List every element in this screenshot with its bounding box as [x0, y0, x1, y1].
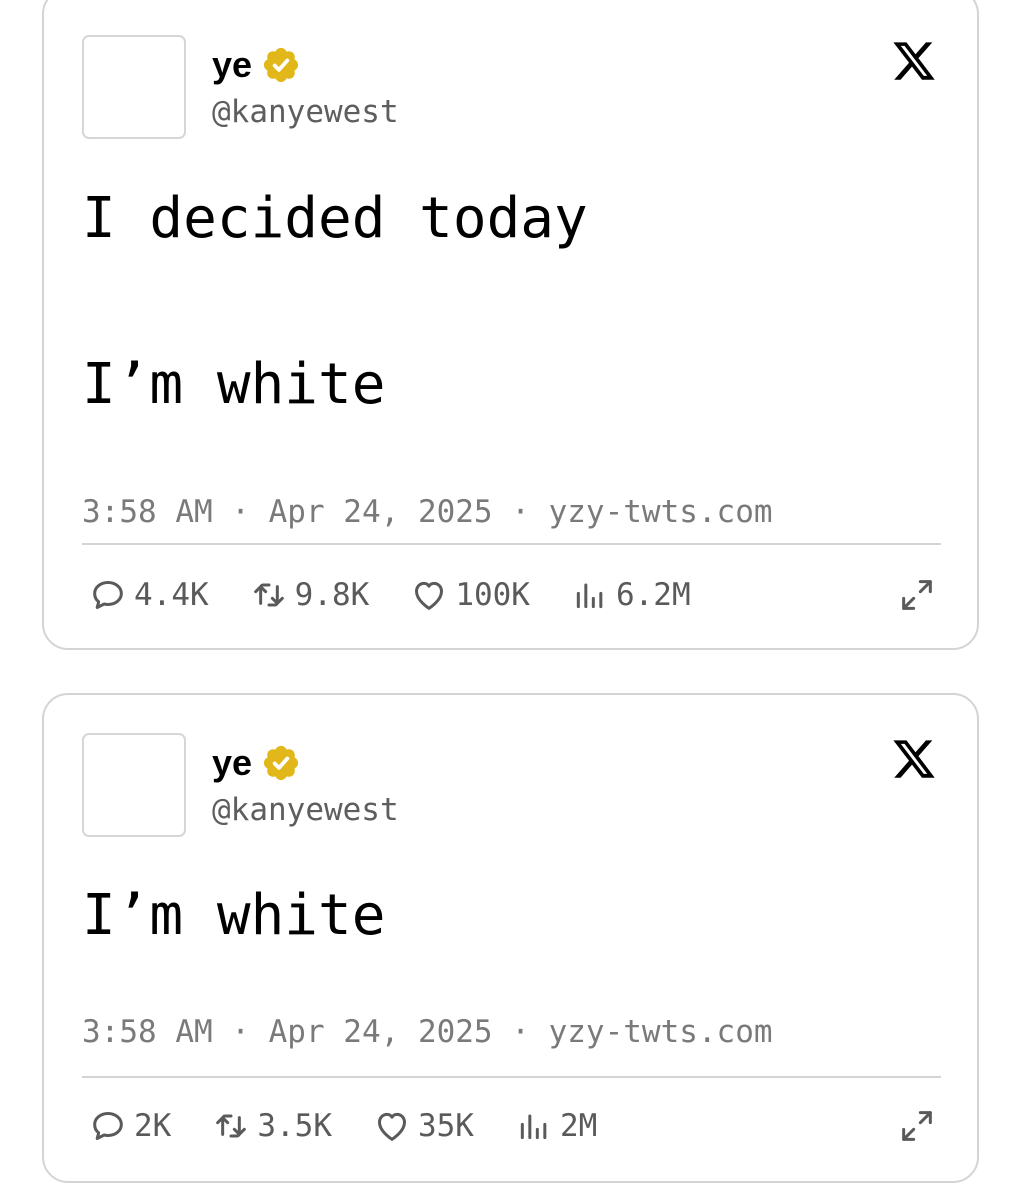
x-logo-icon[interactable]	[891, 736, 937, 782]
reply-count: 4.4K	[134, 577, 209, 613]
verified-badge-icon	[263, 47, 299, 83]
tweet-text-line: I’m white	[82, 352, 386, 417]
views-icon	[520, 1114, 547, 1140]
like-button[interactable]: 35K	[372, 1106, 474, 1146]
repost-count: 9.8K	[294, 577, 370, 613]
reply-button[interactable]: 2K	[88, 1106, 171, 1146]
author-name-row: ye	[212, 45, 301, 85]
reply-icon	[93, 1112, 123, 1140]
author-handle[interactable]: @kanyewest	[212, 792, 399, 828]
tweet-timestamp[interactable]: 3:58 AM · Apr 24, 2025 · yzy-twts.com	[82, 494, 773, 530]
divider	[82, 543, 941, 545]
repost-button[interactable]: 3.5K	[211, 1106, 332, 1146]
divider	[82, 1076, 941, 1078]
views-icon	[576, 583, 603, 609]
tweet-card[interactable]: ye @kanyewest I’m white 3:58 AM · Apr 24…	[42, 693, 979, 1183]
reply-icon	[93, 581, 123, 609]
heart-icon	[415, 581, 444, 610]
like-button[interactable]: 100K	[409, 575, 530, 615]
view-count: 6.2M	[615, 577, 691, 613]
view-count: 2M	[559, 1108, 598, 1144]
views-button[interactable]: 6.2M	[570, 575, 691, 615]
repost-button[interactable]: 9.8K	[249, 575, 370, 615]
tweet-timestamp[interactable]: 3:58 AM · Apr 24, 2025 · yzy-twts.com	[82, 1014, 773, 1050]
repost-count: 3.5K	[257, 1108, 332, 1144]
tweet-text-line: I’m white	[82, 883, 386, 948]
author-handle[interactable]: @kanyewest	[212, 94, 399, 130]
x-logo-icon[interactable]	[891, 38, 937, 84]
tweet-text-line: I decided today	[82, 186, 588, 251]
reply-count: 2K	[134, 1108, 172, 1144]
reply-button[interactable]: 4.4K	[88, 575, 209, 615]
display-name[interactable]: ye	[212, 45, 252, 85]
repost-icon	[253, 583, 284, 607]
author-name-row: ye	[212, 743, 301, 783]
tweet-card[interactable]: ye @kanyewest I decided today I’m white …	[42, 0, 979, 650]
repost-icon	[216, 1114, 247, 1138]
expand-icon[interactable]	[897, 575, 937, 615]
views-button[interactable]: 2M	[514, 1106, 597, 1146]
avatar[interactable]	[82, 35, 186, 139]
like-count: 35K	[417, 1108, 474, 1144]
like-count: 100K	[455, 577, 530, 613]
engagement-bar: 2K 3.5K 35K 2M	[88, 1106, 937, 1146]
display-name[interactable]: ye	[212, 743, 252, 783]
verified-badge-icon	[263, 745, 299, 781]
heart-icon	[377, 1112, 406, 1141]
avatar[interactable]	[82, 733, 186, 837]
engagement-bar: 4.4K 9.8K 100K 6.2M	[88, 575, 937, 615]
expand-icon[interactable]	[897, 1106, 937, 1146]
